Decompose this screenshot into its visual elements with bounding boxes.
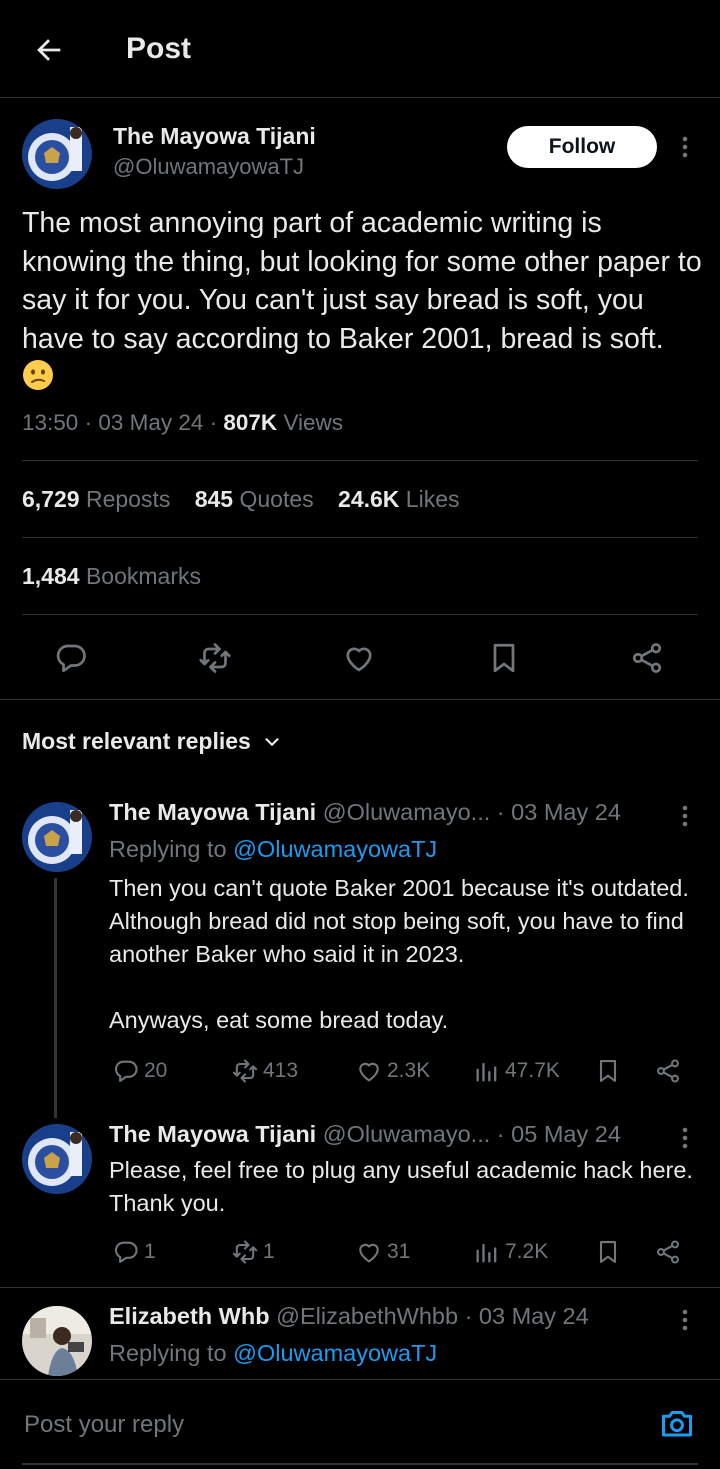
- more-options-icon[interactable]: [672, 1307, 698, 1333]
- reply-text: Please, feel free to plug any useful aca…: [109, 1157, 693, 1216]
- engagement-stats: 6,729 Reposts 845 Quotes 24.6K Likes: [22, 486, 460, 513]
- replying-to-link[interactable]: @OluwamayowaTJ: [233, 836, 437, 862]
- post-date: 03 May 24: [98, 410, 204, 435]
- reposts-stat[interactable]: 6,729 Reposts: [22, 486, 170, 512]
- bookmark-icon[interactable]: [594, 1057, 622, 1085]
- avatar[interactable]: [22, 119, 92, 189]
- post-text-content: The most annoying part of academic writi…: [22, 207, 702, 355]
- reply-count[interactable]: 20: [112, 1057, 167, 1085]
- reply-date: · 03 May 24: [464, 1303, 589, 1329]
- more-options-icon[interactable]: [672, 134, 698, 160]
- likes-stat[interactable]: 24.6K Likes: [338, 486, 459, 512]
- post-text: The most annoying part of academic writi…: [22, 204, 702, 397]
- reply-text: Then you can't quote Baker 2001 because …: [109, 875, 689, 1033]
- views-icon: [476, 1243, 497, 1263]
- like-count[interactable]: 31: [355, 1238, 410, 1266]
- reply-author-name[interactable]: Elizabeth Whb: [109, 1303, 270, 1329]
- header-divider: [0, 97, 720, 98]
- reply-icon[interactable]: [53, 640, 89, 676]
- reply-header: The Mayowa Tijani @Oluwamayo... · 03 May…: [109, 799, 621, 826]
- views-icon: [476, 1062, 497, 1082]
- post-author-handle[interactable]: @OluwamayowaTJ: [113, 154, 304, 180]
- views-count[interactable]: 47.7K: [473, 1057, 560, 1085]
- share-icon[interactable]: [654, 1057, 682, 1085]
- replying-to: Replying to @OluwamayowaTJ: [109, 836, 438, 862]
- avatar[interactable]: [22, 1124, 92, 1194]
- reply-input[interactable]: [22, 1400, 626, 1450]
- camera-icon[interactable]: [659, 1406, 695, 1440]
- divider: [22, 614, 698, 615]
- reply-author-handle[interactable]: @Oluwamayo...: [323, 799, 491, 825]
- chevron-down-icon: [261, 731, 283, 753]
- replies-filter[interactable]: Most relevant replies: [22, 728, 283, 755]
- share-icon[interactable]: [654, 1238, 682, 1266]
- like-count[interactable]: 2.3K: [355, 1057, 430, 1085]
- repost-count[interactable]: 413: [231, 1057, 298, 1085]
- post-meta: 13:50 · 03 May 24 · 807K Views: [22, 410, 344, 435]
- views-label: Views: [283, 410, 344, 435]
- like-icon: [359, 1243, 379, 1263]
- bookmarks-stat[interactable]: 1,484 Bookmarks: [22, 563, 201, 590]
- like-icon[interactable]: [341, 640, 377, 676]
- divider: [22, 460, 698, 461]
- reply-composer: [0, 1379, 720, 1469]
- confused-face-emoji-icon: [22, 359, 54, 391]
- follow-button[interactable]: Follow: [507, 126, 657, 168]
- reply-header: Elizabeth Whb @ElizabethWhbb · 03 May 24: [109, 1303, 589, 1330]
- divider: [22, 537, 698, 538]
- quotes-stat[interactable]: 845 Quotes: [195, 486, 314, 512]
- repost-icon: [232, 1240, 258, 1264]
- more-options-icon[interactable]: [672, 803, 698, 829]
- reply-icon: [114, 1241, 138, 1263]
- reply-author-handle[interactable]: @Oluwamayo...: [323, 1121, 491, 1147]
- avatar[interactable]: [22, 802, 92, 872]
- views-count: 807K: [223, 410, 278, 435]
- composer-underline: [22, 1463, 698, 1465]
- post-time: 13:50: [22, 410, 79, 435]
- replying-to-link[interactable]: @OluwamayowaTJ: [233, 1340, 437, 1366]
- replying-to: Replying to @OluwamayowaTJ: [109, 1340, 438, 1366]
- repost-icon[interactable]: [197, 640, 233, 676]
- share-icon[interactable]: [629, 640, 665, 676]
- more-options-icon[interactable]: [672, 1125, 698, 1151]
- replies-filter-label: Most relevant replies: [22, 728, 251, 754]
- reply-icon: [114, 1060, 138, 1082]
- like-icon: [359, 1062, 379, 1082]
- repost-count[interactable]: 1: [231, 1238, 275, 1266]
- repost-icon: [232, 1059, 258, 1083]
- reply-author-handle[interactable]: @ElizabethWhbb: [276, 1303, 458, 1329]
- reply-date: · 03 May 24: [496, 799, 621, 825]
- back-arrow-icon[interactable]: [32, 33, 66, 67]
- bookmark-icon[interactable]: [486, 640, 522, 676]
- post-author-name[interactable]: The Mayowa Tijani: [113, 123, 316, 150]
- reply-author-name[interactable]: The Mayowa Tijani: [109, 1121, 316, 1147]
- bookmark-icon[interactable]: [594, 1238, 622, 1266]
- reply-date: · 05 May 24: [496, 1121, 621, 1147]
- page-title: Post: [126, 32, 192, 65]
- views-count[interactable]: 7.2K: [473, 1238, 548, 1266]
- reply-author-name[interactable]: The Mayowa Tijani: [109, 799, 316, 825]
- thread-line: [54, 878, 57, 1118]
- divider: [0, 699, 720, 700]
- avatar[interactable]: [22, 1306, 92, 1376]
- divider: [0, 1287, 720, 1288]
- reply-header: The Mayowa Tijani @Oluwamayo... · 05 May…: [109, 1121, 621, 1148]
- reply-count[interactable]: 1: [112, 1238, 156, 1266]
